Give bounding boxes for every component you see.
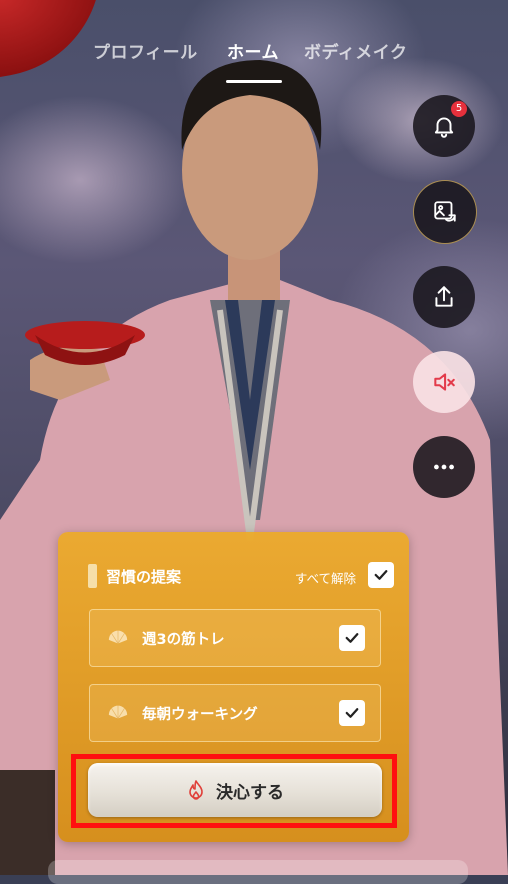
habit-item-morning-walking[interactable]: 毎朝ウォーキング <box>89 684 381 742</box>
share-icon <box>435 286 453 307</box>
notification-badge: 5 <box>451 101 467 117</box>
habit-item-strength-training[interactable]: 週3の筋トレ <box>89 609 381 667</box>
tab-home[interactable]: ホーム <box>227 38 279 63</box>
share-button[interactable] <box>413 266 475 328</box>
clear-all-checkbox[interactable] <box>368 562 394 588</box>
habit-checkbox[interactable] <box>339 700 365 726</box>
notifications-button[interactable]: 5 <box>413 95 475 157</box>
tab-profile[interactable]: プロフィール <box>93 38 198 63</box>
image-swap-icon <box>434 201 456 222</box>
top-tab-bar: プロフィール ホーム ボディメイク <box>0 38 508 83</box>
habit-label: 週3の筋トレ <box>142 632 225 648</box>
clear-all-label[interactable]: すべて解除 <box>295 568 356 587</box>
panel-title: 習慣の提案 <box>106 568 182 586</box>
mute-button[interactable] <box>413 351 475 413</box>
flame-icon <box>189 780 203 800</box>
decide-button[interactable]: 決心する <box>88 763 382 817</box>
active-tab-indicator <box>226 80 282 83</box>
decide-button-label: 決心する <box>216 782 284 803</box>
photo-swap-button[interactable] <box>413 180 477 244</box>
speaker-muted-icon <box>434 373 455 391</box>
bottom-sheet-handle <box>48 860 468 884</box>
checkmark-icon <box>345 633 359 643</box>
more-dots-icon <box>434 464 454 470</box>
checkmark-icon <box>374 570 388 580</box>
fan-icon <box>108 630 128 644</box>
tab-body-make[interactable]: ボディメイク <box>304 38 407 63</box>
fan-icon <box>108 705 128 719</box>
header-accent-bar <box>88 564 97 588</box>
habit-checkbox[interactable] <box>339 625 365 651</box>
more-button[interactable] <box>413 436 475 498</box>
bell-icon <box>434 117 454 138</box>
checkmark-icon <box>345 708 359 718</box>
habit-label: 毎朝ウォーキング <box>142 707 258 723</box>
panel-header: 習慣の提案 すべて解除 <box>88 562 394 592</box>
